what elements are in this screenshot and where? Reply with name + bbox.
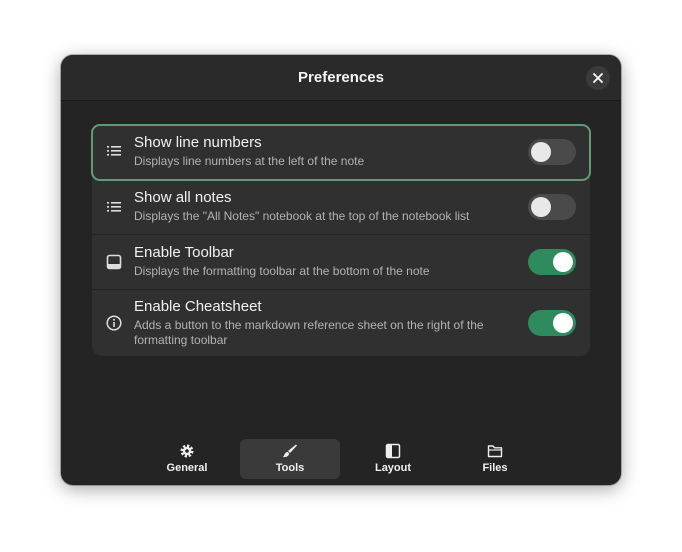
setting-title: Show line numbers [134, 134, 262, 151]
tab-tools[interactable]: Tools [240, 439, 340, 479]
brush-icon [283, 444, 297, 458]
layout-icon [385, 443, 401, 459]
list-icon [107, 202, 121, 212]
toggle-knob [531, 142, 551, 162]
setting-subtitle: Adds a button to the markdown reference … [134, 318, 484, 347]
tab-label: Layout [374, 462, 412, 474]
setting-subtitle: Displays the "All Notes" notebook at the… [134, 209, 470, 223]
tab-label: General [166, 462, 208, 474]
setting-subtitle: Displays the formatting toolbar at the b… [134, 264, 430, 278]
setting-row-all-notes[interactable]: Show all notes Displays the "All Notes" … [92, 180, 590, 235]
line-numbers-toggle[interactable] [528, 139, 576, 165]
toolbar-icon [106, 254, 122, 270]
toggle-knob [531, 197, 551, 217]
toggle-knob [553, 252, 573, 272]
view-switcher: General Tools Layout Files [61, 437, 621, 485]
toolbar-toggle[interactable] [528, 249, 576, 275]
tab-label: Files [482, 462, 508, 474]
window-title: Preferences [298, 69, 384, 86]
cheatsheet-toggle[interactable] [528, 310, 576, 336]
close-icon [593, 73, 603, 83]
settings-list: Show line numbers Displays line numbers … [91, 124, 591, 356]
setting-subtitle: Displays line numbers at the left of the… [134, 154, 365, 168]
tab-layout[interactable]: Layout [343, 439, 443, 479]
setting-row-toolbar[interactable]: Enable Toolbar Displays the formatting t… [92, 235, 590, 290]
setting-row-cheatsheet[interactable]: Enable Cheatsheet Adds a button to the m… [92, 290, 590, 356]
gear-icon [180, 444, 194, 458]
line-numbers-icon [107, 146, 121, 156]
all-notes-toggle[interactable] [528, 194, 576, 220]
tab-label: Tools [275, 462, 305, 474]
tab-files[interactable]: Files [445, 439, 545, 479]
close-button[interactable] [586, 66, 610, 90]
preferences-window: Preferences Show line numbers Displays l… [61, 55, 621, 485]
toggle-knob [553, 313, 573, 333]
setting-title: Show all notes [134, 189, 232, 206]
setting-title: Enable Cheatsheet [134, 298, 262, 315]
header-bar: Preferences [61, 55, 621, 101]
setting-row-line-numbers[interactable]: Show line numbers Displays line numbers … [91, 124, 591, 181]
tab-general[interactable]: General [137, 439, 237, 479]
folder-icon [487, 445, 503, 458]
info-icon [106, 315, 122, 331]
setting-title: Enable Toolbar [134, 244, 234, 261]
